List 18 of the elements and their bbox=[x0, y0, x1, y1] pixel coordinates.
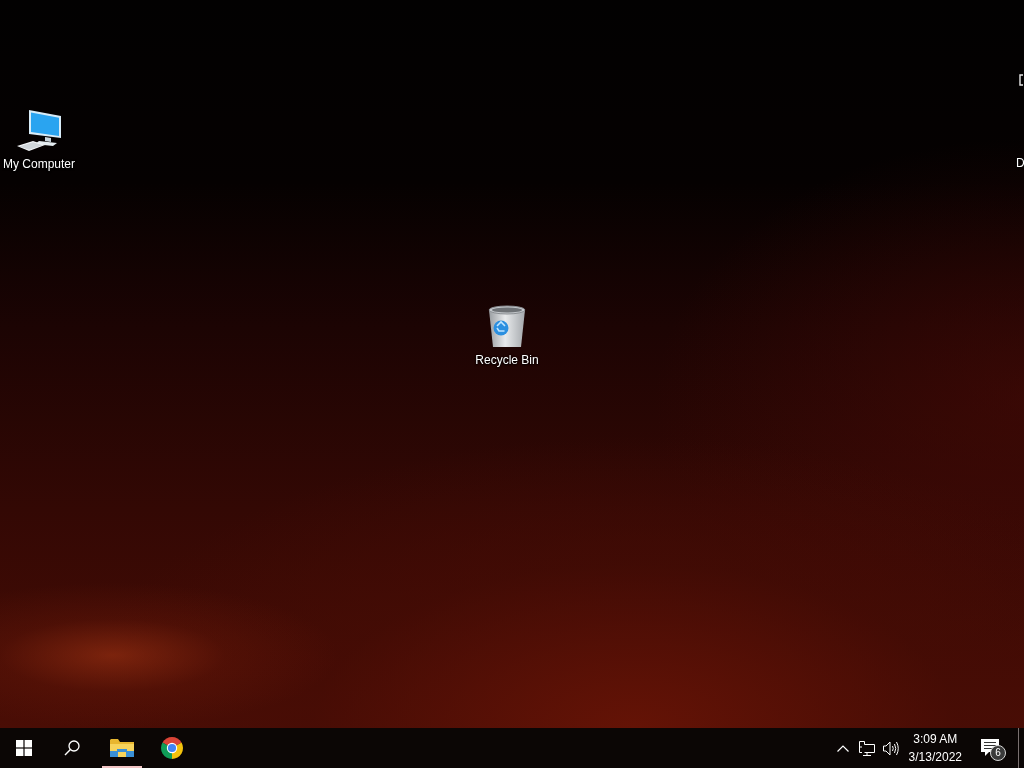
computer-icon bbox=[15, 108, 63, 152]
action-center-button[interactable]: 6 bbox=[970, 728, 1010, 768]
speaker-icon bbox=[882, 740, 899, 756]
clock-button[interactable]: 3:09 AM 3/13/2022 bbox=[902, 728, 968, 768]
folder-icon bbox=[110, 738, 134, 758]
chevron-up-icon bbox=[836, 744, 849, 752]
desktop-icon-label[interactable]: My Computer bbox=[3, 157, 75, 172]
network-icon bbox=[858, 740, 875, 756]
recycle-bin-icon bbox=[486, 304, 528, 348]
browser-icon bbox=[160, 736, 184, 760]
clock-date: 3/13/2022 bbox=[908, 749, 962, 766]
windows-logo-icon bbox=[16, 740, 32, 756]
desktop-icon-label[interactable]: Recycle Bin bbox=[475, 353, 539, 368]
notification-count-badge: 6 bbox=[990, 745, 1006, 761]
search-icon bbox=[64, 740, 80, 756]
clock-time: 3:09 AM bbox=[913, 731, 958, 748]
cut-off-icon bbox=[1019, 74, 1023, 86]
desktop-icon-label[interactable]: D bbox=[1016, 156, 1024, 171]
